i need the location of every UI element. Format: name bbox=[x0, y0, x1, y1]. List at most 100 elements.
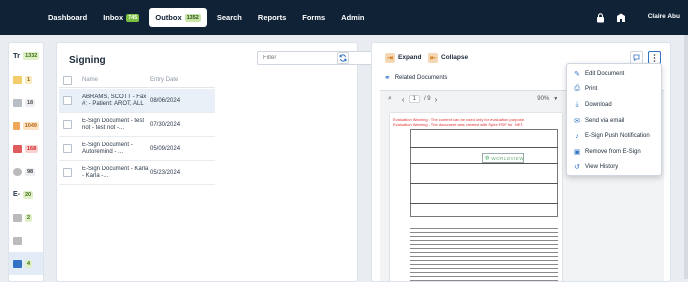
comment-icon bbox=[633, 54, 640, 61]
bell-icon: ♪ bbox=[575, 132, 579, 140]
next-page-icon[interactable]: › bbox=[435, 95, 438, 104]
table-row[interactable]: E-Sign Document - Autoremind - ... 05/09… bbox=[59, 137, 215, 161]
sidebar-item-count: 168 bbox=[25, 144, 39, 153]
menu-item-remove[interactable]: ▣ Remove from E-Sign bbox=[567, 144, 661, 160]
nav-label: Search bbox=[216, 13, 242, 22]
sidebar-item[interactable]: 1049 bbox=[9, 114, 43, 137]
warning-line-2: Evaluation Warning : The document was cr… bbox=[393, 122, 524, 127]
sidebar-item[interactable]: 98 bbox=[9, 160, 43, 183]
sidebar-item[interactable]: E- 20 bbox=[9, 183, 43, 206]
history-icon: ↺ bbox=[574, 164, 580, 172]
inbox-icon bbox=[13, 213, 22, 222]
user-name[interactable]: Claire Abu bbox=[648, 13, 680, 20]
menu-item-email[interactable]: ✉ Send via email bbox=[567, 113, 661, 129]
sidebar-header[interactable]: Tr 1332 bbox=[9, 43, 43, 68]
nav-admin[interactable]: Admin bbox=[335, 8, 370, 27]
chevron-down-icon[interactable]: ▼ bbox=[553, 96, 558, 102]
expand-icon: ⇥ bbox=[385, 52, 395, 63]
menu-item-download[interactable]: ⤓ Download bbox=[567, 97, 661, 113]
sidebar-item[interactable] bbox=[9, 229, 43, 252]
top-nav-bar: Dashboard Inbox 745 Outbox 1352 Search Rep… bbox=[0, 0, 688, 35]
circle-icon bbox=[13, 167, 22, 176]
page-total: / 9 bbox=[423, 96, 431, 102]
row-checkbox[interactable] bbox=[63, 96, 72, 105]
column-header-name[interactable]: Name bbox=[82, 77, 150, 83]
nav-inbox[interactable]: Inbox 745 bbox=[97, 8, 145, 27]
nav-reports[interactable]: Reports bbox=[252, 8, 292, 27]
folder-icon bbox=[13, 121, 20, 130]
edit-icon: ✎ bbox=[574, 70, 580, 78]
refresh-icon bbox=[339, 54, 347, 62]
form-rule bbox=[410, 147, 558, 148]
table-row[interactable]: E-Sign Document - Karla - Karla -... 05/… bbox=[59, 161, 215, 185]
table-row[interactable]: ABRAMS, SCOTT - Fax #: - Patient: AROT, … bbox=[59, 89, 215, 113]
esign-icon: E- bbox=[13, 191, 20, 198]
form-rule bbox=[410, 183, 558, 184]
row-date: 05/09/2024 bbox=[150, 145, 181, 152]
inbox-count-badge: 745 bbox=[126, 13, 140, 22]
sidebar-item-count: 4 bbox=[25, 259, 33, 268]
column-header-entry-date[interactable]: Entry Date bbox=[150, 77, 178, 83]
nav-dashboard[interactable]: Dashboard bbox=[42, 8, 93, 27]
page-title: Signing bbox=[69, 55, 106, 66]
lock-icon[interactable] bbox=[594, 11, 607, 24]
signing-list-panel: Signing Name Entry Date ABRAMS, SCOTT - … bbox=[56, 42, 385, 282]
table-row[interactable]: E-Sign Document - test not - test not -.… bbox=[59, 113, 215, 137]
nav-search[interactable]: Search bbox=[211, 8, 248, 27]
menu-item-edit[interactable]: ✎ Edit Document bbox=[567, 66, 661, 82]
nav-label: Dashboard bbox=[48, 13, 88, 22]
nav-label: Reports bbox=[257, 13, 287, 22]
nav-label: Admin bbox=[341, 13, 365, 22]
table-header: Name Entry Date bbox=[59, 73, 215, 88]
sidebar-item[interactable]: 1 bbox=[9, 68, 43, 91]
sidebar-item[interactable]: 168 bbox=[9, 137, 43, 160]
zoom-level[interactable]: 90% bbox=[537, 96, 549, 102]
prev-page-icon[interactable]: ‹ bbox=[402, 95, 405, 104]
nav-outbox[interactable]: Outbox 1352 bbox=[149, 8, 207, 27]
sidebar-item[interactable]: 18 bbox=[9, 91, 43, 114]
page-number-input[interactable]: 1 bbox=[408, 95, 420, 103]
related-documents-link[interactable]: ⚭ Related Documents bbox=[384, 73, 447, 82]
sidebar-item-count: 98 bbox=[25, 167, 36, 176]
refresh-button[interactable] bbox=[337, 52, 349, 64]
sidebar-item-count: 1049 bbox=[22, 121, 39, 130]
menu-item-history[interactable]: ↺ View History bbox=[567, 160, 661, 176]
menu-item-bell[interactable]: ♪ E-Sign Push Notification bbox=[567, 128, 661, 144]
nav-forms[interactable]: Forms bbox=[296, 8, 331, 27]
row-checkbox[interactable] bbox=[63, 168, 72, 177]
menu-item-label: Edit Document bbox=[585, 70, 625, 77]
row-name: ABRAMS, SCOTT - Fax #: - Patient: AROT, … bbox=[82, 93, 147, 107]
filter-input[interactable] bbox=[257, 51, 385, 65]
menu-item-label: Download bbox=[585, 101, 612, 108]
nav-label: Inbox bbox=[103, 13, 124, 22]
menu-item-label: Remove from E-Sign bbox=[585, 148, 641, 155]
nav-label: Forms bbox=[302, 13, 326, 22]
row-checkbox[interactable] bbox=[63, 144, 72, 153]
document-icon bbox=[13, 75, 22, 84]
email-icon: ✉ bbox=[574, 117, 580, 125]
form-rule bbox=[410, 203, 558, 204]
row-checkbox[interactable] bbox=[63, 120, 72, 129]
tray-icon bbox=[13, 236, 22, 245]
menu-item-print[interactable]: ⎙ Print bbox=[567, 82, 661, 98]
building-icon[interactable] bbox=[614, 11, 627, 24]
search-icon[interactable]: ⌕ bbox=[388, 95, 392, 103]
related-documents-label: Related Documents bbox=[394, 74, 448, 81]
watermark-stamp: ◍ WORLDVIEW bbox=[482, 153, 524, 163]
row-date: 07/30/2024 bbox=[150, 121, 181, 128]
select-all-checkbox[interactable] bbox=[63, 75, 72, 85]
collapse-button[interactable]: ⇤ Collapse bbox=[425, 51, 471, 64]
main-nav: Dashboard Inbox 745 Outbox 1352 Search Rep… bbox=[42, 8, 371, 27]
row-name: E-Sign Document - Autoremind - ... bbox=[82, 141, 133, 155]
sidebar-item[interactable]: 4 bbox=[9, 252, 43, 275]
collapse-icon: ⇤ bbox=[428, 52, 438, 63]
sidebar-item[interactable]: 2 bbox=[9, 206, 43, 229]
expand-button[interactable]: ⇥ Expand bbox=[382, 51, 424, 64]
more-options-menu: ✎ Edit Document ⎙ Print ⤓ Download ✉ Send via e… bbox=[566, 63, 662, 176]
watermark-text: WORLDVIEW bbox=[491, 155, 525, 161]
page-scrollbar[interactable] bbox=[684, 35, 688, 279]
globe-icon: ◍ bbox=[485, 155, 490, 161]
link-icon: ⚭ bbox=[384, 73, 391, 82]
row-name: E-Sign Document - test not - test not -.… bbox=[82, 117, 145, 131]
row-date: 08/06/2024 bbox=[150, 97, 181, 104]
